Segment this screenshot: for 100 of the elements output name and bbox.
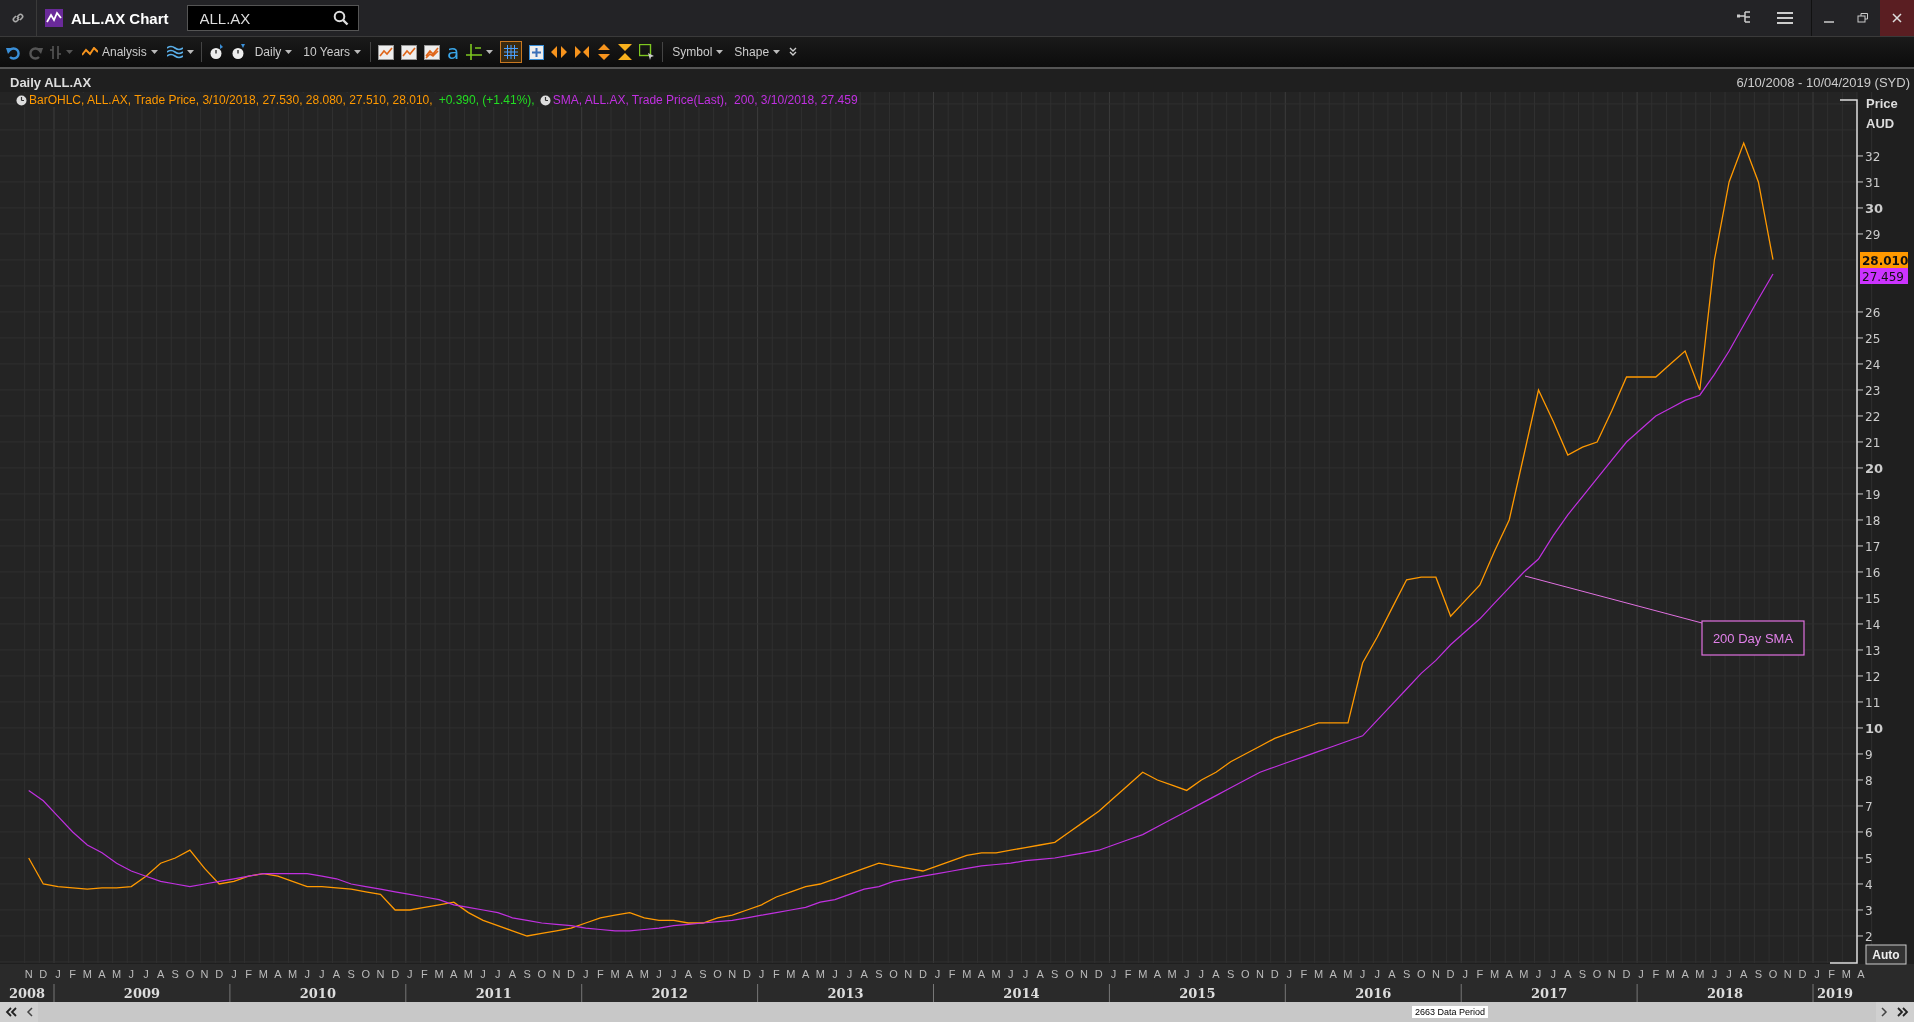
- year-label: 2016: [1355, 986, 1392, 1001]
- month-label: M: [1343, 968, 1353, 980]
- y-tick-label: 21: [1865, 435, 1881, 450]
- search-field[interactable]: ALL.AX: [186, 5, 359, 31]
- month-label: J: [1726, 968, 1732, 980]
- collapse-arrows-icon[interactable]: [574, 45, 591, 60]
- month-label: D: [1798, 968, 1807, 980]
- currency-label: AUD: [1866, 116, 1895, 131]
- month-label: A: [1564, 968, 1572, 980]
- stopwatch-icon[interactable]: [208, 44, 224, 61]
- link-icon[interactable]: [11, 11, 25, 25]
- axis-tick-label: 3: [1856, 903, 1873, 918]
- chart-type-icon[interactable]: [401, 44, 418, 60]
- caret-icon[interactable]: [186, 50, 194, 55]
- year-label: 2013: [827, 986, 864, 1001]
- month-label: J: [934, 968, 941, 980]
- month-label: D: [1446, 968, 1455, 980]
- month-label: S: [1402, 968, 1411, 980]
- auto-button[interactable]: Auto: [1865, 944, 1907, 965]
- month-label: F: [1828, 968, 1836, 980]
- month-label: O: [537, 968, 546, 980]
- month-label: O: [713, 968, 722, 980]
- month-label: N: [552, 968, 561, 980]
- clock-icon[interactable]: [539, 94, 551, 106]
- clock-icon[interactable]: [16, 94, 27, 106]
- month-label: J: [1814, 968, 1820, 980]
- month-label: J: [582, 968, 589, 980]
- waves-icon[interactable]: [166, 45, 183, 60]
- y-tick-label: 3: [1865, 903, 1873, 918]
- caret-icon: [354, 50, 362, 55]
- crosshair-icon[interactable]: [466, 44, 483, 61]
- analysis-menu[interactable]: Analysis: [80, 45, 160, 60]
- month-label: N: [1080, 968, 1089, 980]
- month-label: N: [24, 968, 33, 980]
- month-label: M: [1519, 968, 1529, 980]
- month-label: J: [1374, 968, 1380, 980]
- y-tick-label: 10: [1865, 720, 1884, 736]
- month-label: F: [421, 968, 428, 980]
- month-label: O: [1768, 968, 1778, 980]
- month-label: M: [1665, 968, 1676, 980]
- month-label: M: [287, 968, 298, 980]
- chart-type-icon[interactable]: [424, 44, 441, 60]
- vertical-arrows-icon[interactable]: [597, 44, 612, 61]
- hierarchy-icon[interactable]: [1737, 11, 1753, 25]
- month-label: S: [1051, 968, 1059, 980]
- month-label: F: [948, 968, 956, 980]
- shape-menu[interactable]: Shape: [732, 45, 783, 60]
- month-label: J: [1183, 968, 1190, 980]
- selection-icon[interactable]: [639, 44, 656, 61]
- chart-type-icon[interactable]: [378, 44, 395, 60]
- text-tool[interactable]: a: [447, 42, 460, 63]
- grid-button[interactable]: [500, 41, 523, 64]
- axis-tick-label: 2: [1856, 929, 1873, 944]
- month-label: J: [1286, 968, 1293, 980]
- month-label: J: [1711, 968, 1718, 980]
- undo-icon[interactable]: [6, 44, 21, 60]
- stopwatch-icon[interactable]: [230, 44, 246, 61]
- month-label: J: [1638, 968, 1644, 980]
- axis-tick-label: 32: [1856, 149, 1881, 164]
- symbol-menu[interactable]: Symbol: [670, 45, 726, 60]
- month-label: O: [1416, 968, 1426, 980]
- month-label: N: [1607, 968, 1616, 980]
- month-label: M: [1695, 968, 1705, 980]
- month-label: O: [361, 968, 371, 980]
- month-label: A: [1740, 968, 1748, 980]
- expand-arrows-icon[interactable]: [551, 45, 568, 60]
- range-menu[interactable]: 10 Years: [301, 45, 364, 60]
- month-label: A: [860, 968, 868, 980]
- month-label: J: [480, 968, 486, 980]
- caret-icon[interactable]: [486, 50, 494, 55]
- month-label: J: [407, 968, 413, 980]
- y-tick-label: 22: [1865, 409, 1881, 424]
- month-label: N: [1783, 968, 1792, 980]
- search-icon[interactable]: [332, 10, 349, 26]
- month-label: J: [1022, 968, 1029, 980]
- month-label: J: [304, 968, 310, 980]
- interval-menu[interactable]: Daily: [252, 45, 295, 60]
- axis-tick-label: 15: [1856, 591, 1881, 606]
- month-label: O: [1241, 968, 1250, 980]
- month-label: D: [1270, 968, 1279, 980]
- y-tick-label: 15: [1865, 591, 1881, 606]
- month-label: F: [1652, 968, 1660, 980]
- month-label: J: [1462, 968, 1468, 980]
- month-label: J: [1008, 968, 1014, 980]
- zoom-box-icon[interactable]: [529, 44, 545, 60]
- y-tick-label: 30: [1865, 200, 1884, 216]
- axis-tick-label: 30: [1856, 200, 1884, 216]
- month-label: A: [977, 968, 986, 980]
- menu-icon[interactable]: [1777, 11, 1793, 25]
- month-label: A: [1681, 968, 1689, 980]
- y-tick-label: 24: [1865, 357, 1881, 372]
- more-chevron-icon[interactable]: [789, 47, 798, 58]
- axis-tick-label: 22: [1856, 409, 1881, 424]
- y-tick-label: 26: [1865, 305, 1881, 320]
- close-icon[interactable]: [1880, 0, 1914, 36]
- scrollbar-track[interactable]: 2663 Data Period: [38, 1002, 1876, 1022]
- hourglass-icon[interactable]: [618, 44, 633, 61]
- legend-change: +0.390, (+1.41%),: [438, 93, 535, 107]
- year-label: 2018: [1707, 986, 1744, 1001]
- month-label: M: [1841, 968, 1851, 980]
